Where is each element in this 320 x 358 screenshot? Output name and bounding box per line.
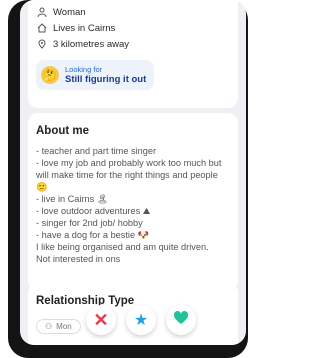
super-like-button[interactable]: ★ [126,305,156,335]
lives-in-row: Lives in Cairns [36,20,230,36]
profile-info-card: Woman Lives in Cairns 3 kilometres away … [28,0,238,108]
relationship-chip-icon: ⚇ [45,322,53,331]
distance-row: 3 kilometres away [36,36,230,52]
looking-for-badge: 🤔 Looking for Still figuring it out [36,60,155,90]
app-screen: Woman Lives in Cairns 3 kilometres away … [20,0,246,345]
location-pin-icon [36,38,48,50]
tablet-frame: Woman Lives in Cairns 3 kilometres away … [8,0,248,358]
home-icon [36,22,48,34]
looking-for-value: Still figuring it out [65,74,147,85]
gender-row: Woman [36,4,230,20]
star-icon: ★ [133,312,149,329]
person-icon [36,6,48,18]
about-me-card: About me - teacher and part time singer … [28,113,238,291]
lives-in-text: Lives in Cairns [53,22,116,34]
like-button[interactable] [166,305,196,335]
heart-icon [173,310,189,331]
distance-text: 3 kilometres away [53,38,130,50]
relationship-chip-text: Mon [56,322,72,331]
gender-text: Woman [53,6,86,18]
close-icon: ✕ [93,309,109,330]
looking-for-label: Looking for [65,65,103,74]
nope-button[interactable]: ✕ [86,305,116,335]
about-me-text: - teacher and part time singer - love my… [36,146,222,264]
relationship-chip: ⚇ Mon [36,319,81,334]
thinking-face-icon: 🤔 [41,66,59,84]
action-bar: ✕ ★ [86,305,196,335]
about-me-title: About me [36,125,90,137]
